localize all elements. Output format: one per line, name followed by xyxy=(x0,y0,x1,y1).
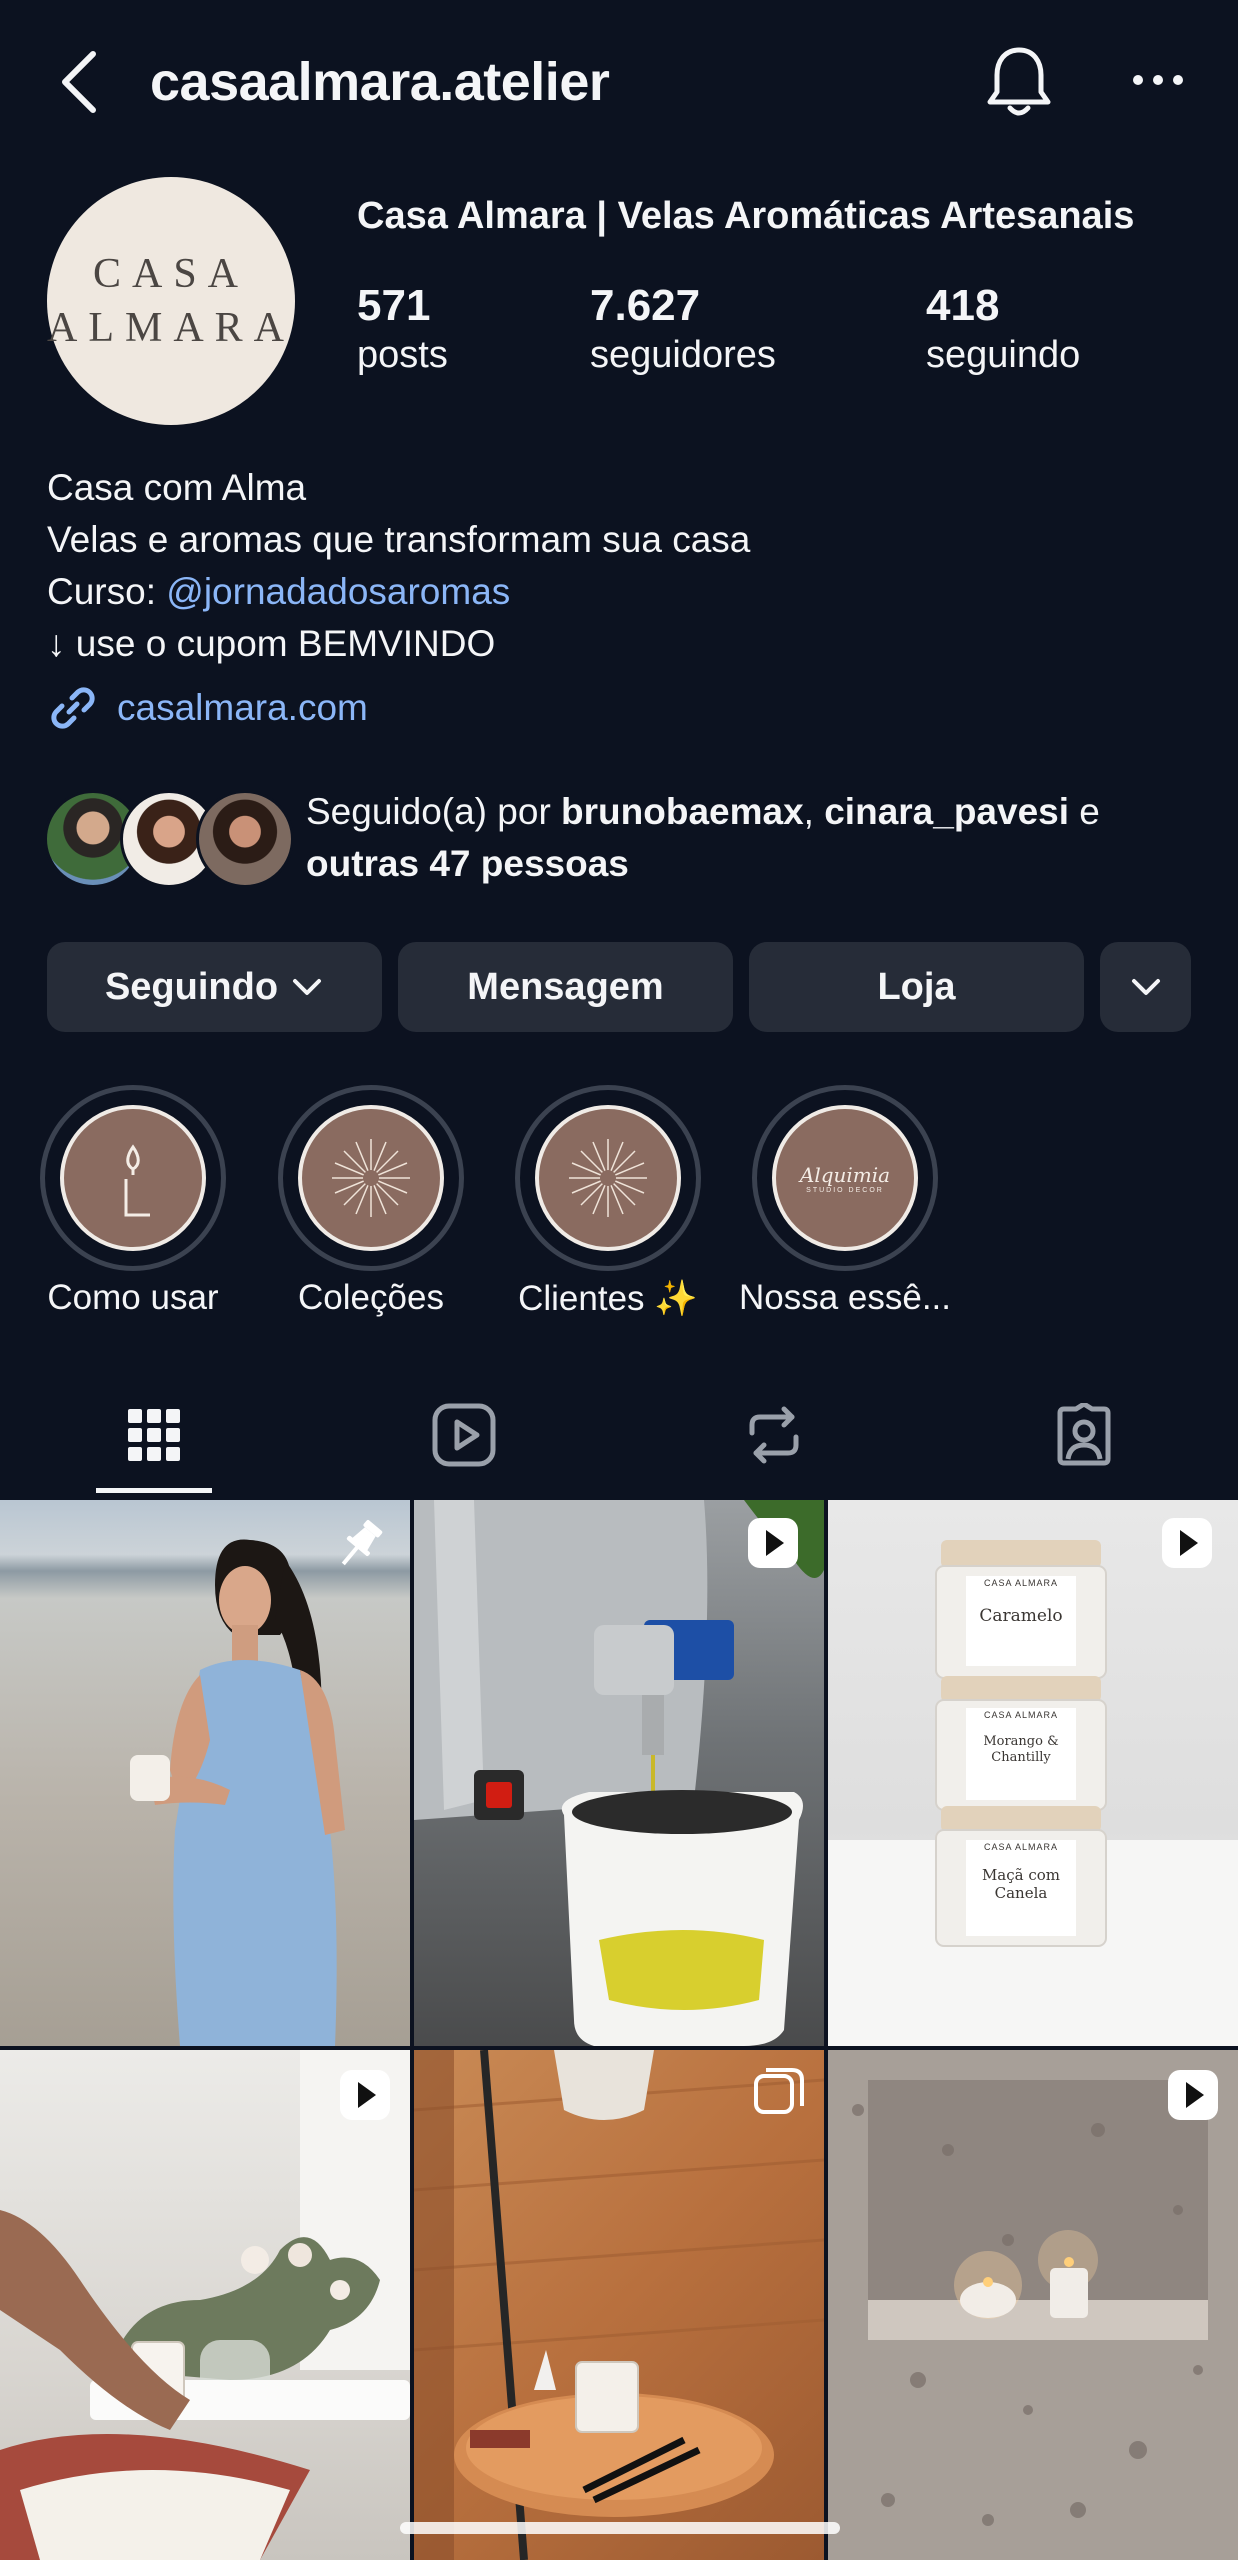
profile-display-name: Casa Almara | Velas Aromáticas Artesanai… xyxy=(357,195,1135,237)
jar-scent: Caramelo xyxy=(979,1606,1063,1626)
post-thumbnail[interactable] xyxy=(414,1500,824,2046)
message-button[interactable]: Mensagem xyxy=(398,942,733,1032)
tab-tagged[interactable] xyxy=(1024,1390,1144,1480)
separator: , xyxy=(803,791,825,832)
website-url: casalmara.com xyxy=(117,687,368,728)
tab-reposts[interactable] xyxy=(714,1390,834,1480)
mutual-user: brunobaemax xyxy=(561,791,804,832)
mutual-followers-avatars[interactable] xyxy=(44,790,294,888)
chevron-down-icon xyxy=(1131,979,1160,995)
profile-username: casaalmara.atelier xyxy=(150,52,610,112)
highlight-label: Nossa essê... xyxy=(738,1278,952,1317)
following-button[interactable]: Seguindo xyxy=(47,942,382,1032)
highlight-clientes[interactable] xyxy=(515,1085,701,1271)
chevron-down-icon xyxy=(293,979,322,995)
post-image-oil-dispenser xyxy=(414,1500,824,2046)
highlight-nossa-essencia[interactable]: Alquimia STUDIO DECOR xyxy=(752,1085,938,1271)
jar-label: CASA ALMARA Morango & Chantilly xyxy=(966,1710,1076,1766)
bio-line: ↓ use o cupom BEMVINDO xyxy=(47,623,496,664)
mutual-user: cinara_pavesi xyxy=(824,791,1070,832)
followed-by-prefix: Seguido(a) por xyxy=(306,791,562,832)
stat-value: 571 xyxy=(357,281,431,330)
jar-brand: CASA ALMARA xyxy=(983,1842,1059,1852)
reel-badge-icon xyxy=(748,1518,798,1568)
profile-avatar[interactable]: CASA ALMARA xyxy=(47,177,295,425)
website-link[interactable]: casalmara.com xyxy=(47,682,368,734)
link-icon xyxy=(51,687,95,729)
highlight-label: Coleções xyxy=(298,1278,444,1317)
jar-scent: Maçã com Canela xyxy=(981,1866,1061,1902)
post-image-book-flowers xyxy=(0,2050,410,2560)
reel-badge-icon xyxy=(340,2070,390,2120)
reel-badge-icon xyxy=(1162,1518,1212,1568)
bio-line: Casa com Alma xyxy=(47,467,307,508)
highlight-colecoes[interactable] xyxy=(278,1085,464,1271)
followed-by-text[interactable]: Seguido(a) por brunobaemax, cinara_paves… xyxy=(306,786,1206,890)
post-image-wood-tray xyxy=(414,2050,824,2560)
back-arrow-icon[interactable] xyxy=(55,48,105,116)
logo-script-text: Alquimia xyxy=(799,1162,891,1187)
sun-rays-icon xyxy=(298,1105,444,1251)
stat-label: seguidores xyxy=(590,334,776,376)
jar-brand: CASA ALMARA xyxy=(983,1578,1059,1588)
post-thumbnail[interactable]: CASA ALMARA Caramelo CASA ALMARA Morango… xyxy=(828,1500,1238,2046)
following-count[interactable]: 418 seguindo xyxy=(926,280,1080,378)
conjunction: e xyxy=(1069,791,1100,832)
sun-rays-icon xyxy=(535,1105,681,1251)
tagged-icon xyxy=(1057,1403,1111,1466)
candle-icon xyxy=(60,1105,206,1251)
bio-line: Velas e aromas que transformam sua casa xyxy=(47,519,751,560)
active-tab-indicator xyxy=(96,1488,212,1493)
bell-icon[interactable] xyxy=(982,42,1056,120)
avatar-logo-line1: CASA xyxy=(92,251,250,297)
stat-label: seguindo xyxy=(926,334,1081,376)
post-thumbnail[interactable] xyxy=(0,2050,410,2560)
grid-icon xyxy=(128,1409,180,1461)
bio-line: Curso: @jornadadosaromas xyxy=(47,566,750,618)
reel-badge-icon xyxy=(1168,2070,1218,2120)
post-image-terrazzo-niche xyxy=(828,2050,1238,2560)
highlight-label: Como usar xyxy=(47,1278,219,1317)
jar-label: CASA ALMARA Caramelo xyxy=(966,1578,1076,1626)
avatar-logo-line2: ALMARA xyxy=(47,305,296,351)
posts-count[interactable]: 571 posts xyxy=(357,280,448,378)
home-indicator[interactable] xyxy=(400,2522,840,2534)
avatar xyxy=(196,790,294,888)
post-image-woman-beach xyxy=(130,1539,345,2046)
more-options-icon[interactable] xyxy=(1128,55,1188,105)
others-count: outras 47 pessoas xyxy=(306,843,629,884)
repost-icon xyxy=(749,1406,799,1464)
bio-mention-link[interactable]: @jornadadosaromas xyxy=(166,571,510,612)
tab-reels[interactable] xyxy=(404,1390,524,1480)
stat-value: 7.627 xyxy=(590,281,701,330)
carousel-icon xyxy=(754,2068,804,2114)
highlight-como-usar[interactable] xyxy=(40,1085,226,1271)
stat-value: 418 xyxy=(926,281,1000,330)
suggestions-dropdown-button[interactable] xyxy=(1100,942,1191,1032)
jar-brand: CASA ALMARA xyxy=(983,1710,1059,1720)
post-thumbnail[interactable] xyxy=(0,1500,410,2046)
reels-icon xyxy=(432,1403,496,1467)
jar-scent: Morango & Chantilly xyxy=(983,1734,1059,1765)
post-thumbnail[interactable] xyxy=(828,2050,1238,2560)
shop-button[interactable]: Loja xyxy=(749,942,1084,1032)
post-thumbnail[interactable] xyxy=(414,2050,824,2560)
followers-count[interactable]: 7.627 seguidores xyxy=(590,280,776,378)
bio-course-label: Curso: xyxy=(47,571,167,612)
logo-sub-text: STUDIO DECOR xyxy=(806,1186,884,1194)
stat-label: posts xyxy=(357,334,448,376)
pin-icon xyxy=(341,1520,383,1566)
following-label: Seguindo xyxy=(104,965,279,1008)
alquimia-logo: Alquimia STUDIO DECOR xyxy=(772,1105,918,1251)
profile-bio: Casa com Alma Velas e aromas que transfo… xyxy=(47,462,750,670)
tab-grid[interactable] xyxy=(94,1390,214,1480)
highlight-label: Clientes ✨ xyxy=(518,1279,698,1318)
jar-label: CASA ALMARA Maçã com Canela xyxy=(966,1842,1076,1902)
